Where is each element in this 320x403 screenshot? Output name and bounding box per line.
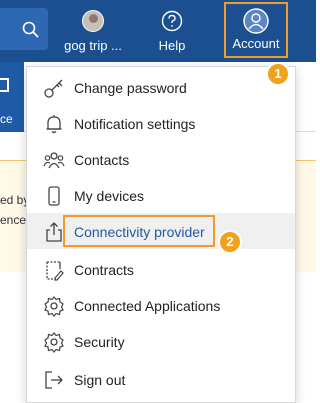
trip-menu[interactable]: gog trip ...	[56, 6, 130, 56]
account-icon	[243, 8, 269, 34]
bell-icon	[46, 115, 62, 134]
notice-text-line1: ed by	[0, 193, 30, 207]
avatar	[82, 10, 104, 32]
menu-item-contacts[interactable]: Contacts	[27, 141, 295, 177]
menu-item-label: Security	[74, 334, 125, 350]
sign-out-icon	[45, 371, 63, 389]
nav-partial-label: ce	[0, 112, 13, 126]
contract-icon	[46, 261, 64, 281]
menu-item-label: Notification settings	[74, 116, 196, 132]
menu-item-change-password[interactable]: Change password	[27, 69, 295, 105]
secondary-nav-edge[interactable]: ce	[0, 62, 24, 132]
document-icon	[0, 78, 9, 92]
share-icon	[46, 222, 62, 242]
help-button[interactable]: Help	[152, 6, 192, 56]
step-badge-1: 1	[266, 62, 290, 86]
menu-item-notification-settings[interactable]: Notification settings	[27, 105, 295, 141]
help-icon	[161, 10, 183, 32]
account-dropdown-menu: Change password Notification settings Co…	[26, 66, 296, 403]
account-label: Account	[232, 36, 280, 51]
search-icon	[22, 21, 39, 38]
gear-icon	[44, 332, 64, 353]
contacts-icon	[43, 152, 65, 169]
menu-item-my-devices[interactable]: My devices	[27, 177, 295, 213]
menu-item-label: Connectivity provider	[74, 224, 205, 240]
menu-item-label: Connected Applications	[74, 298, 221, 314]
menu-item-label: Change password	[74, 80, 187, 96]
trip-label: gog trip ...	[64, 38, 122, 53]
top-navigation-bar: gog trip ... Help Account	[0, 0, 316, 62]
account-button[interactable]: Account	[224, 2, 288, 58]
menu-item-label: Contracts	[74, 262, 134, 278]
menu-item-label: Contacts	[74, 152, 130, 168]
menu-item-sign-out[interactable]: Sign out	[27, 361, 295, 397]
step-badge-2: 2	[218, 230, 242, 254]
search-button[interactable]	[0, 8, 48, 50]
key-icon	[44, 79, 63, 98]
gear-icon	[44, 296, 64, 317]
menu-item-contracts[interactable]: Contracts	[27, 251, 295, 287]
phone-icon	[48, 186, 60, 206]
menu-item-security[interactable]: Security	[27, 323, 295, 359]
menu-item-label: Sign out	[74, 372, 126, 388]
help-label: Help	[158, 38, 186, 53]
menu-item-connectivity-provider[interactable]: Connectivity provider	[27, 213, 295, 249]
menu-item-label: My devices	[74, 188, 145, 204]
menu-item-connected-applications[interactable]: Connected Applications	[27, 287, 295, 323]
